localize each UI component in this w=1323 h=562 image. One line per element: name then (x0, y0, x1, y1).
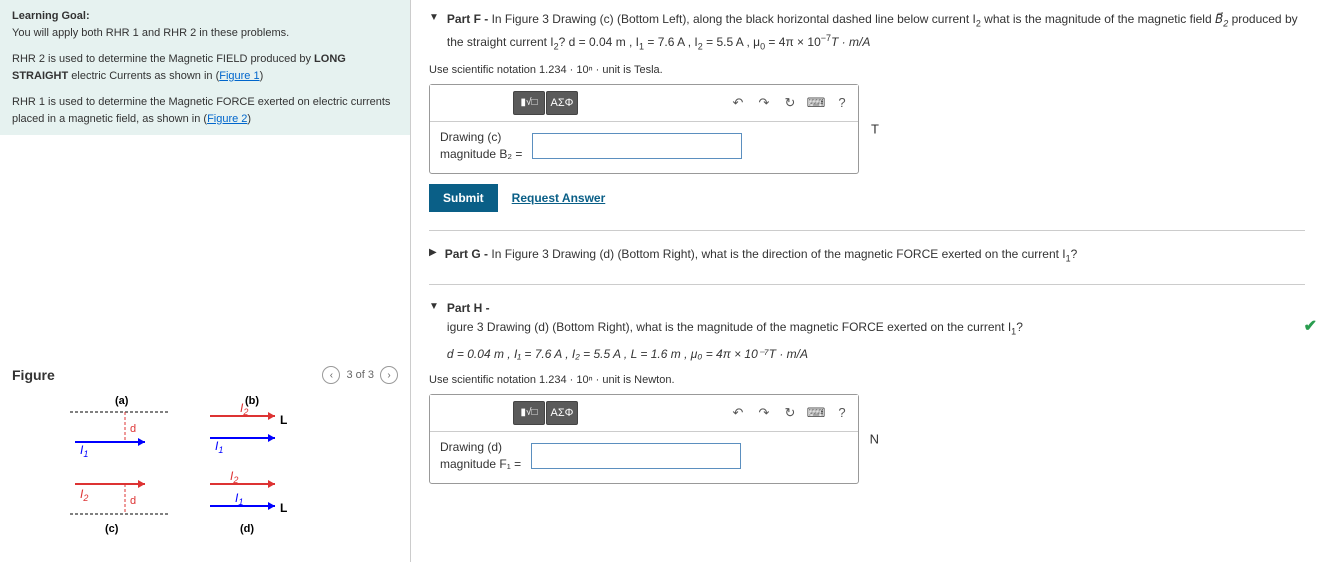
figure-pager: ‹ 3 of 3 › (322, 366, 398, 384)
answer-box-f: ▮√□ ΑΣΦ ↶ ↷ ↻ ⌨ ? Drawing (c) magnitude … (429, 84, 859, 174)
keyboard-icon-h[interactable]: ⌨ (806, 403, 826, 423)
figure2-link[interactable]: Figure 2 (207, 113, 247, 125)
lg-l2a: RHR 2 is used to determine the Magnetic … (12, 53, 314, 65)
lg-l2d: ) (260, 70, 264, 82)
partg-title: Part G - (445, 247, 492, 261)
collapse-icon-h[interactable]: ▼ (429, 301, 439, 312)
collapse-icon[interactable]: ▼ (429, 12, 439, 23)
figure-title: Figure (12, 367, 55, 383)
lg-title: Learning Goal: (12, 10, 90, 22)
svg-text:I1: I1 (235, 491, 243, 507)
undo-icon[interactable]: ↶ (728, 93, 748, 113)
keyboard-icon[interactable]: ⌨ (806, 93, 826, 113)
lg-l3a: RHR 1 is used to determine the Magnetic … (12, 96, 390, 125)
help-icon-h[interactable]: ? (832, 403, 852, 423)
expand-icon[interactable]: ▶ (429, 247, 437, 258)
redo-icon[interactable]: ↷ (754, 93, 774, 113)
greek-button-h[interactable]: ΑΣΦ (546, 401, 578, 425)
svg-text:I2: I2 (80, 487, 88, 503)
answer-box-h: ▮√□ ΑΣΦ ↶ ↷ ↻ ⌨ ? Drawing (d) magnitude … (429, 394, 859, 484)
svg-text:(c): (c) (105, 523, 119, 535)
svg-text:I2: I2 (230, 469, 238, 485)
label-a: (a) (115, 395, 129, 407)
learning-goal-panel: Learning Goal: You will apply both RHR 1… (0, 0, 410, 135)
figure1-link[interactable]: Figure 1 (219, 70, 259, 82)
request-answer-link-f[interactable]: Request Answer (512, 191, 606, 205)
figure-image: (a) d I1 (b) I2 L I1 I2 (0, 384, 410, 562)
parth-title: Part H - (447, 301, 490, 315)
part-h: ▼ Part H - igure 3 Drawing (d) (Bottom R… (429, 299, 1305, 484)
submit-button-f[interactable]: Submit (429, 184, 498, 212)
lbl-drawing-c: Drawing (c) (440, 130, 501, 146)
pager-text: 3 of 3 (346, 369, 374, 381)
svg-text:(d): (d) (240, 523, 254, 535)
svg-text:L: L (280, 501, 287, 515)
svg-text:I1: I1 (80, 443, 88, 459)
reset-icon-h[interactable]: ↻ (780, 403, 800, 423)
parth-hint: Use scientific notation 1.234 · 10ⁿ · un… (429, 374, 1305, 386)
help-icon[interactable]: ? (832, 93, 852, 113)
lg-l2c: electric Currents as shown in ( (68, 70, 219, 82)
reset-icon[interactable]: ↻ (780, 93, 800, 113)
partf-title: Part F - (447, 12, 492, 26)
answer-input-f[interactable] (532, 133, 742, 159)
lbl-magnitude-b2: magnitude B₂ = (440, 147, 522, 163)
svg-text:d: d (130, 495, 136, 507)
template-button-h[interactable]: ▮√□ (513, 401, 545, 425)
greek-button[interactable]: ΑΣΦ (546, 91, 578, 115)
pager-next-button[interactable]: › (380, 366, 398, 384)
unit-tesla: T (871, 121, 879, 136)
svg-text:I1: I1 (215, 439, 223, 455)
svg-text:d: d (130, 423, 136, 435)
lg-l3b: ) (247, 113, 251, 125)
part-g: ▶ Part G - In Figure 3 Drawing (d) (Bott… (429, 245, 1305, 266)
unit-newton: N (870, 431, 879, 446)
answer-input-h[interactable] (531, 443, 741, 469)
pager-prev-button[interactable]: ‹ (322, 366, 340, 384)
template-button[interactable]: ▮√□ (513, 91, 545, 115)
check-icon: ✔ (1304, 316, 1317, 336)
partf-hint: Use scientific notation 1.234 · 10ⁿ · un… (429, 64, 1305, 76)
lbl-drawing-d: Drawing (d) (440, 440, 502, 456)
lbl-magnitude-f1: magnitude F₁ = (440, 457, 521, 473)
redo-icon-h[interactable]: ↷ (754, 403, 774, 423)
part-f: ▼ Part F - In Figure 3 Drawing (c) (Bott… (429, 10, 1305, 212)
svg-text:(b): (b) (245, 395, 259, 407)
undo-icon-h[interactable]: ↶ (728, 403, 748, 423)
parth-params: d = 0.04 m , I₁ = 7.6 A , I₂ = 5.5 A , L… (447, 347, 808, 361)
svg-text:L: L (280, 413, 287, 427)
lg-l1: You will apply both RHR 1 and RHR 2 in t… (12, 27, 289, 39)
